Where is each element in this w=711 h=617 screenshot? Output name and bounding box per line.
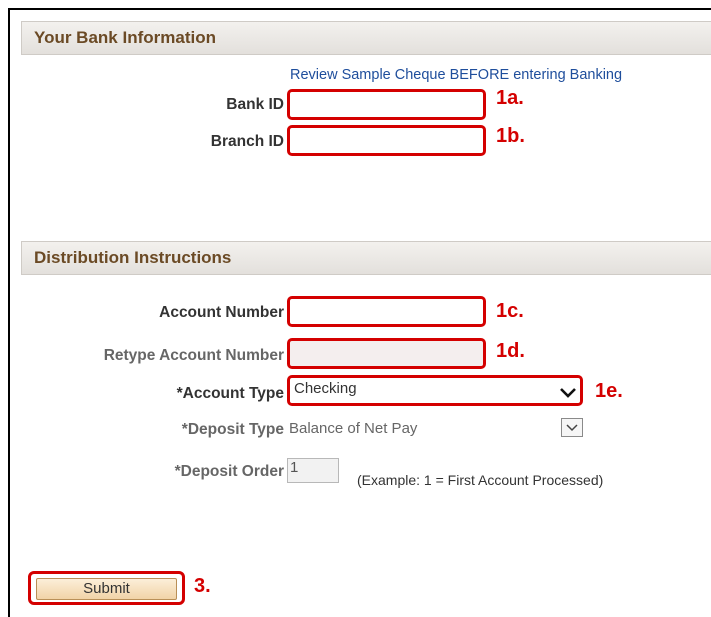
retype-account-input[interactable] [287, 338, 486, 369]
deposit-type-label: *Deposit Type [181, 421, 284, 438]
annotation-1e: 1e. [595, 380, 623, 402]
account-type-select[interactable]: Checking [287, 375, 583, 406]
branch-id-label: Branch ID [210, 133, 284, 150]
deposit-order-label: *Deposit Order [174, 463, 284, 480]
bank-id-input[interactable] [287, 89, 486, 120]
deposit-order-example: (Example: 1 = First Account Processed) [357, 472, 604, 488]
chevron-down-icon [566, 424, 578, 432]
submit-button[interactable]: Submit [36, 578, 177, 600]
annotation-1c: 1c. [496, 300, 524, 322]
deposit-type-dropdown-button[interactable] [561, 418, 583, 437]
retype-account-label: Retype Account Number [103, 347, 284, 364]
account-number-input[interactable] [287, 296, 486, 327]
branch-id-input[interactable] [287, 125, 486, 156]
bank-info-header: Your Bank Information [21, 21, 711, 55]
annotation-1d: 1d. [496, 340, 525, 362]
annotation-1b: 1b. [496, 125, 525, 147]
deposit-type-value: Balance of Net Pay [289, 420, 418, 437]
bank-id-label: Bank ID [226, 96, 284, 113]
account-type-value: Checking [294, 380, 357, 397]
distribution-header: Distribution Instructions [21, 241, 711, 275]
annotation-3: 3. [194, 575, 211, 597]
sample-cheque-link[interactable]: Review Sample Cheque BEFORE entering Ban… [290, 67, 622, 83]
account-type-label: *Account Type [176, 385, 284, 402]
account-number-label: Account Number [159, 304, 284, 321]
submit-highlight: Submit [28, 571, 185, 605]
annotation-1a: 1a. [496, 87, 524, 109]
deposit-order-input[interactable]: 1 [287, 458, 339, 483]
chevron-down-icon [560, 388, 576, 398]
